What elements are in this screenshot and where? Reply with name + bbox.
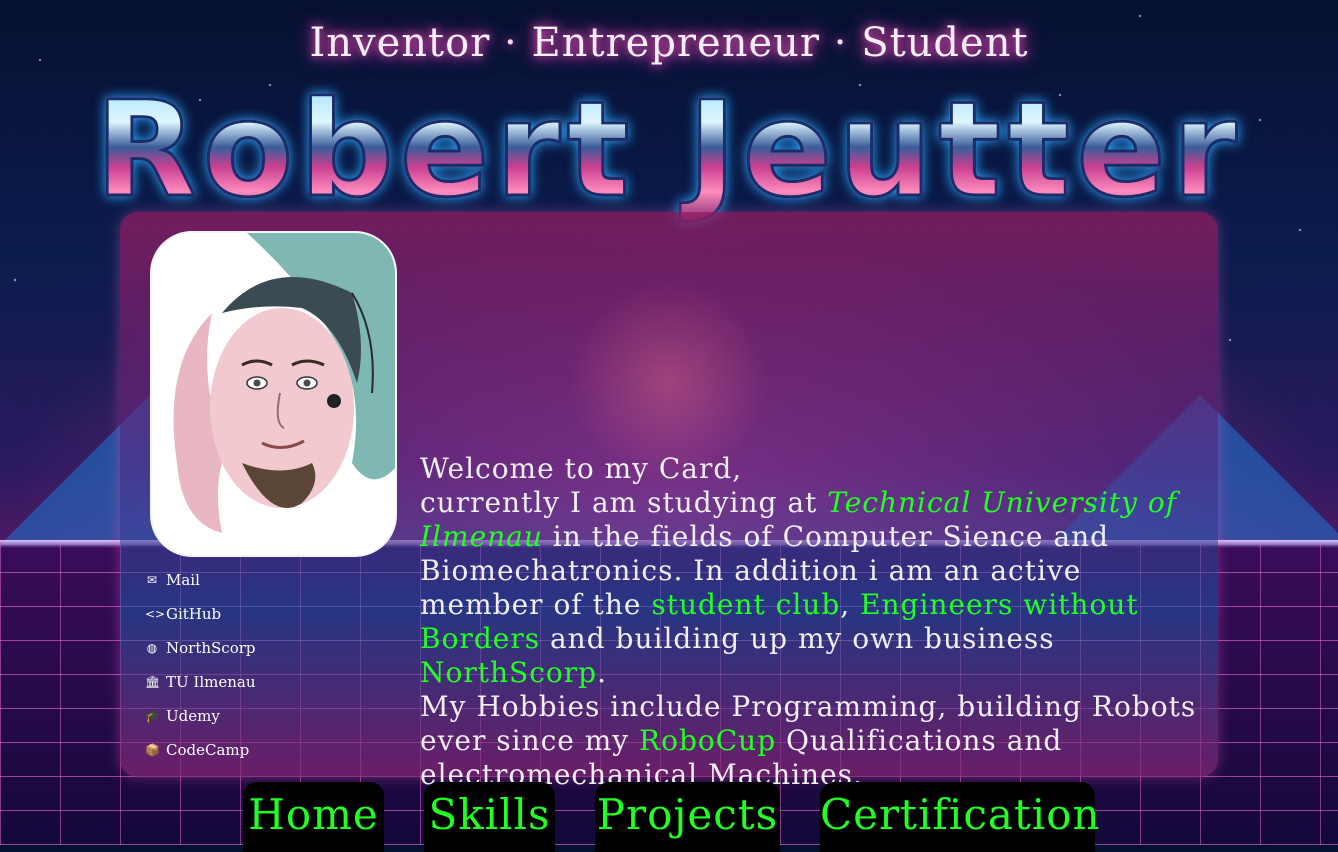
avatar xyxy=(150,231,397,557)
graduation-cap-icon: 🎓 xyxy=(145,709,160,723)
sidebar-link-label: GitHub xyxy=(166,605,222,623)
sidebar-link-github[interactable]: <> GitHub xyxy=(145,597,395,631)
bio-text-part: and building up my own business xyxy=(540,622,1055,655)
bio-text: Welcome to my Card, currently I am study… xyxy=(420,452,1210,792)
code-icon: <> xyxy=(145,607,166,621)
university-icon: 🏛 xyxy=(145,675,161,689)
sidebar-link-label: NorthScorp xyxy=(166,639,256,657)
sidebar-link-tu-ilmenau[interactable]: 🏛 TU Ilmenau xyxy=(145,665,395,699)
sidebar-link-label: TU Ilmenau xyxy=(166,673,256,691)
name-logo: Robert Jeutter xyxy=(0,79,1338,222)
box-icon: 📦 xyxy=(145,743,160,757)
sidebar-link-label: Mail xyxy=(166,571,200,589)
sidebar-link-label: CodeCamp xyxy=(166,741,250,759)
bio-text-part: . xyxy=(597,656,607,689)
nav-skills-button[interactable]: Skills xyxy=(424,782,555,852)
portrait-illustration xyxy=(152,233,395,555)
mail-icon: ✉ xyxy=(146,573,158,587)
sidebar-link-northscorp[interactable]: ◍ NorthScorp xyxy=(145,631,395,665)
tagline-entrepreneur: Entrepreneur xyxy=(531,20,821,66)
tagline-separator: · xyxy=(833,20,848,66)
tagline: Inventor · Entrepreneur · Student xyxy=(0,20,1338,66)
tagline-inventor: Inventor xyxy=(309,20,491,66)
sidebar-links: ✉ Mail <> GitHub ◍ NorthScorp 🏛 TU Ilmen… xyxy=(145,563,395,767)
tagline-student: Student xyxy=(861,20,1029,66)
sidebar-link-codecamp[interactable]: 📦 CodeCamp xyxy=(145,733,395,767)
sidebar-link-udemy[interactable]: 🎓 Udemy xyxy=(145,699,395,733)
bio-comma: , xyxy=(840,588,851,621)
globe-icon: ◍ xyxy=(146,641,158,655)
link-northscorp[interactable]: NorthScorp xyxy=(420,656,597,689)
bio-greeting: Welcome to my Card, xyxy=(420,452,743,485)
sidebar-link-label: Udemy xyxy=(166,707,220,725)
tagline-separator: · xyxy=(504,20,518,66)
link-student-club[interactable]: student club xyxy=(651,588,840,621)
link-robocup[interactable]: RoboCup xyxy=(639,724,776,757)
nav-home-button[interactable]: Home xyxy=(243,782,384,852)
sidebar-link-mail[interactable]: ✉ Mail xyxy=(145,563,395,597)
nav-projects-button[interactable]: Projects xyxy=(595,782,780,852)
nav-certification-button[interactable]: Certification xyxy=(820,782,1100,852)
bio-text-part: currently I am studying at xyxy=(420,486,828,519)
